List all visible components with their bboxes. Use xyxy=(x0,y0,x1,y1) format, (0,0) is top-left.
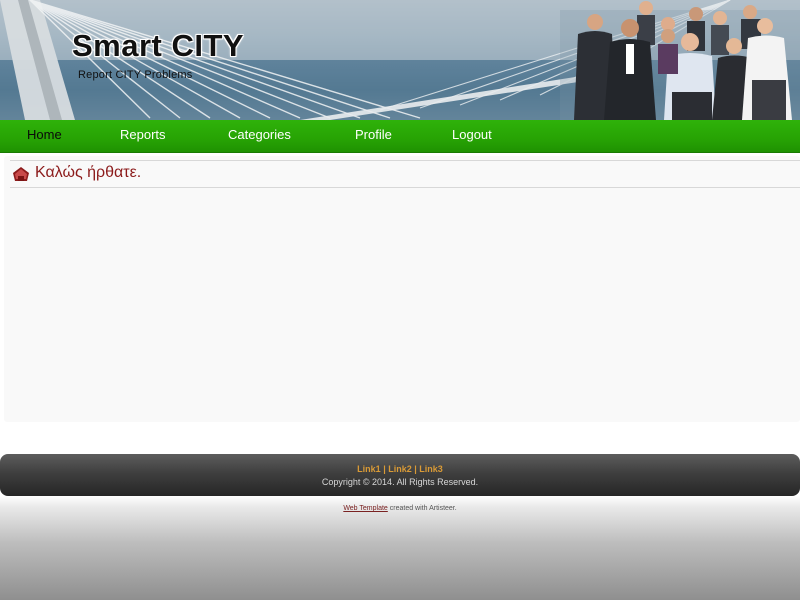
people-group-image xyxy=(560,1,800,120)
nav-item-logout[interactable]: Logout xyxy=(452,120,492,150)
post-title: Καλώς ήρθατε. xyxy=(35,164,142,181)
template-credit: Web Template created with Artisteer. xyxy=(0,505,800,512)
content-panel: Καλώς ήρθατε. xyxy=(4,156,800,422)
credit-text: created with Artisteer. xyxy=(389,505,457,512)
footer-link-3[interactable]: Link3 xyxy=(419,464,443,474)
main-nav: Home Reports Categories Profile Logout xyxy=(0,120,800,153)
site-title: Smart CITY xyxy=(72,28,245,63)
post-header: Καλώς ήρθατε. xyxy=(10,160,800,188)
nav-item-reports[interactable]: Reports xyxy=(120,120,166,150)
footer-link-2[interactable]: Link2 xyxy=(388,464,412,474)
header: Smart CITY Report CITY Problems xyxy=(0,0,800,120)
footer: Link1 | Link2 | Link3 Copyright © 2014. … xyxy=(0,454,800,496)
post-icon xyxy=(13,167,29,181)
footer-link-1[interactable]: Link1 xyxy=(357,464,381,474)
copyright-text: Copyright © 2014. All Rights Reserved. xyxy=(321,477,479,487)
web-template-link[interactable]: Web Template xyxy=(343,505,388,512)
site-slogan: Report CITY Problems xyxy=(78,69,193,81)
nav-item-categories[interactable]: Categories xyxy=(228,120,291,150)
footer-links: Link1 | Link2 | Link3 xyxy=(0,464,800,474)
nav-item-home[interactable]: Home xyxy=(27,120,62,150)
nav-item-profile[interactable]: Profile xyxy=(355,120,392,150)
